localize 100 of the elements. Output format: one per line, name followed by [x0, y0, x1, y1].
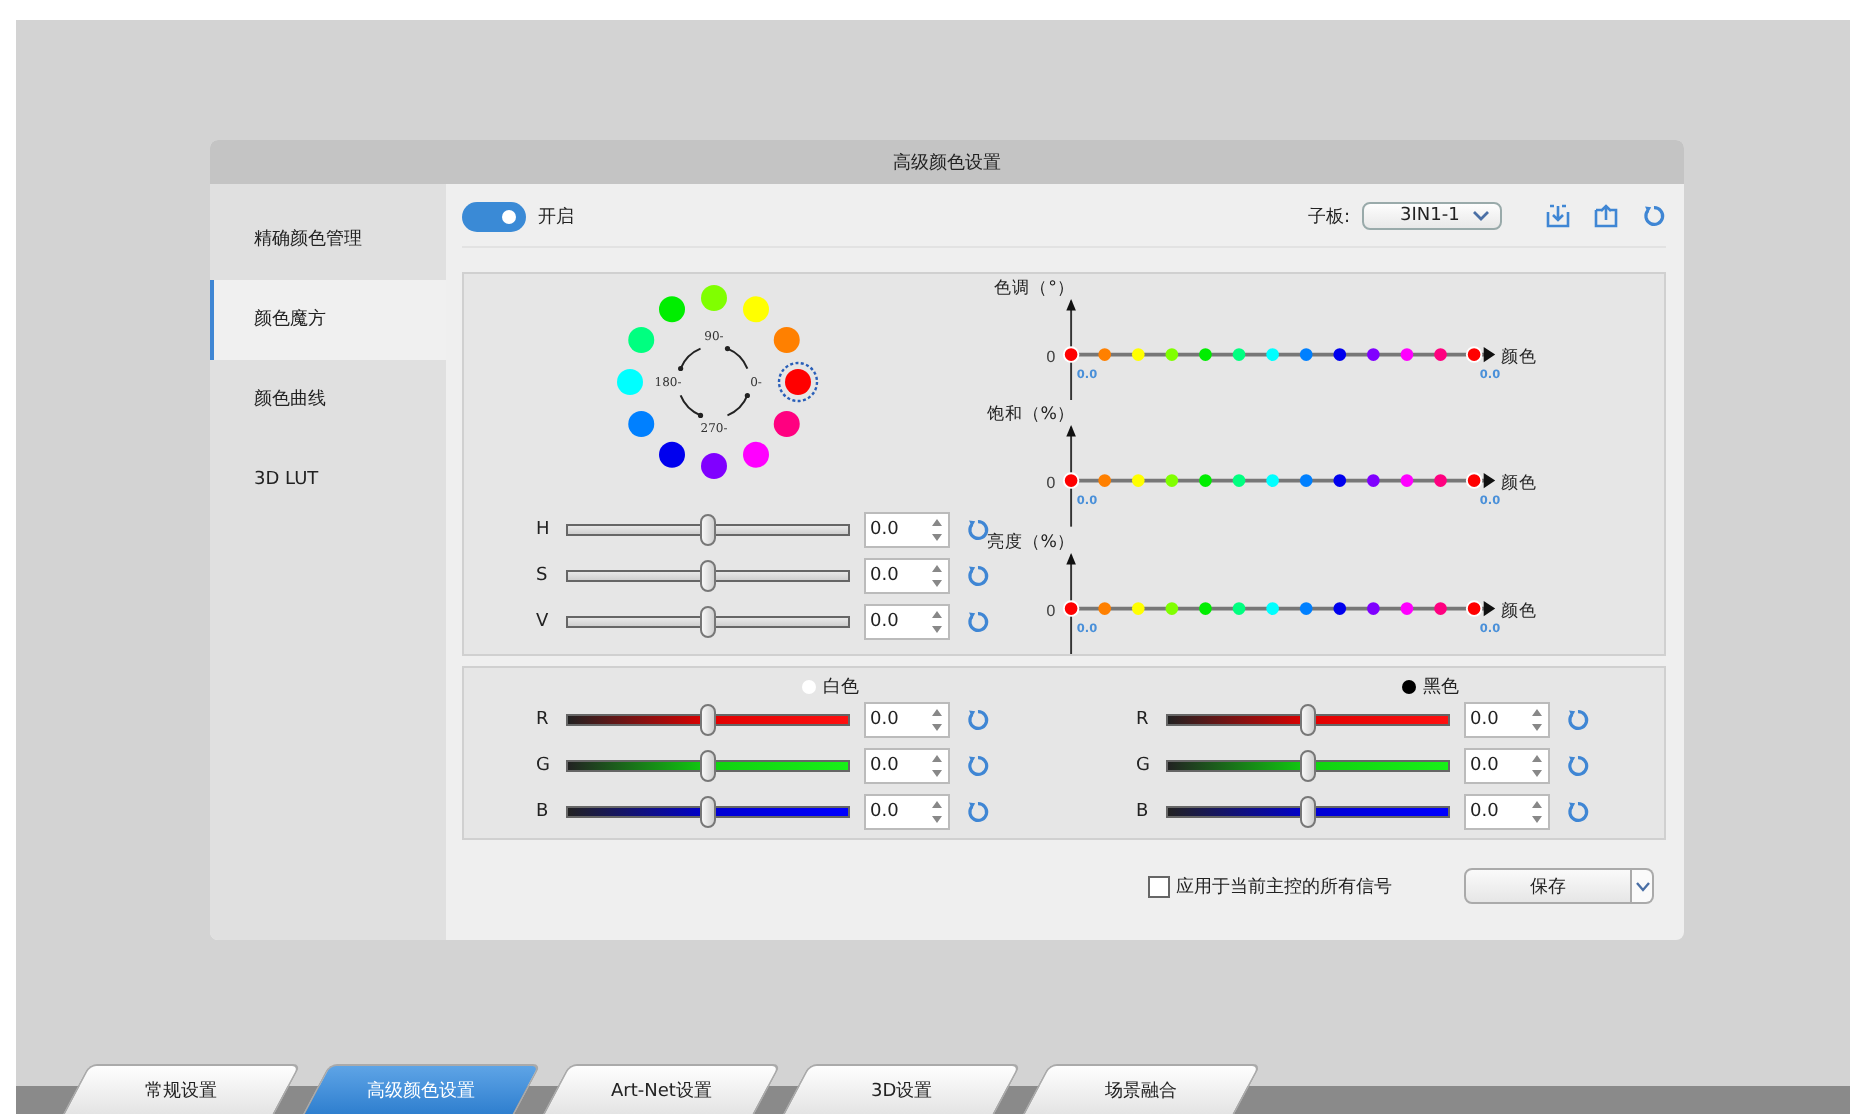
curve-point[interactable] [1400, 474, 1414, 488]
curve-point[interactable] [1465, 473, 1483, 490]
color-dot[interactable] [701, 453, 727, 479]
reset-icon[interactable] [1642, 204, 1666, 228]
curve-point[interactable] [1434, 348, 1447, 361]
curve-point[interactable] [1062, 473, 1080, 490]
spinner-icon[interactable] [930, 798, 944, 826]
curve-point[interactable] [1299, 474, 1313, 488]
number-field[interactable]: 0.0 [1464, 748, 1550, 784]
spinner-icon[interactable] [1530, 752, 1544, 780]
slider[interactable] [1166, 796, 1450, 828]
slider-thumb[interactable] [700, 514, 716, 546]
slider-thumb[interactable] [700, 704, 716, 736]
slider[interactable] [566, 606, 850, 638]
number-field[interactable]: 0.0 [864, 558, 950, 594]
curve-point[interactable] [1333, 474, 1347, 488]
checkbox-label: 应用于当前主控的所有信号 [1176, 875, 1392, 899]
curve-point[interactable] [1465, 346, 1483, 363]
curve-point[interactable] [1400, 348, 1414, 361]
number-field[interactable]: 0.0 [864, 512, 950, 548]
slider[interactable] [566, 560, 850, 592]
color-dot[interactable] [617, 369, 643, 395]
reset-icon[interactable] [966, 800, 990, 824]
reset-icon[interactable] [966, 708, 990, 732]
spinner-icon[interactable] [1530, 798, 1544, 826]
reset-icon[interactable] [1566, 754, 1590, 778]
reset-icon[interactable] [966, 754, 990, 778]
color-dot[interactable] [743, 296, 769, 323]
color-dot[interactable] [773, 411, 800, 437]
color-dot[interactable] [659, 441, 685, 468]
board-dropdown[interactable]: 3IN1-1 [1362, 202, 1502, 230]
color-dot[interactable] [659, 296, 685, 323]
slider[interactable] [566, 514, 850, 546]
curve-point[interactable] [1299, 601, 1313, 615]
number-field[interactable]: 0.0 [864, 748, 950, 784]
curve-point[interactable] [1434, 601, 1447, 615]
curve-point[interactable] [1367, 348, 1380, 361]
export-icon[interactable] [1594, 204, 1618, 228]
slider-thumb[interactable] [700, 606, 716, 638]
curve-point[interactable] [1333, 601, 1347, 615]
tab[interactable]: 常规设置 [62, 1064, 302, 1114]
color-dot [1401, 679, 1415, 693]
curve-point[interactable] [1367, 474, 1380, 488]
curve-point[interactable] [1299, 348, 1313, 361]
toggle-label: 开启 [538, 205, 574, 229]
tab[interactable]: 场景融合 [1022, 1064, 1262, 1114]
reset-icon[interactable] [966, 518, 990, 542]
tab[interactable]: 3D设置 [782, 1064, 1022, 1114]
import-icon[interactable] [1546, 204, 1570, 228]
checkbox[interactable] [1148, 875, 1170, 897]
spinner-icon[interactable] [930, 608, 944, 636]
spinner-icon[interactable] [1530, 706, 1544, 734]
sidebar-item[interactable]: 颜色魔方 [210, 280, 446, 360]
slider[interactable] [566, 704, 850, 736]
curve-point[interactable] [1465, 599, 1483, 617]
curve-point[interactable] [1434, 474, 1447, 488]
sidebar-item[interactable]: 精确颜色管理 [210, 200, 446, 280]
tab[interactable]: Art-Net设置 [542, 1064, 782, 1114]
number-field[interactable]: 0.0 [1464, 702, 1550, 738]
slider-thumb[interactable] [700, 796, 716, 828]
sidebar-item[interactable]: 颜色曲线 [210, 360, 446, 440]
color-dot[interactable] [628, 327, 655, 353]
slider[interactable] [566, 796, 850, 828]
spinner-icon[interactable] [930, 752, 944, 780]
curve-point[interactable] [1062, 346, 1080, 363]
reset-icon[interactable] [1566, 708, 1590, 732]
color-dot[interactable] [773, 327, 800, 353]
slider-thumb[interactable] [1300, 704, 1316, 736]
slider-thumb[interactable] [1300, 796, 1316, 828]
spinner-icon[interactable] [930, 706, 944, 734]
curve-point[interactable] [1333, 348, 1347, 361]
color-dot[interactable] [743, 441, 769, 468]
color-dot[interactable] [785, 369, 811, 395]
number-field[interactable]: 0.0 [864, 604, 950, 640]
spinner-icon[interactable] [930, 516, 944, 544]
slider-thumb[interactable] [1300, 750, 1316, 782]
number-field[interactable]: 0.0 [864, 702, 950, 738]
curve-point[interactable] [1400, 601, 1414, 615]
curve-point[interactable] [1062, 599, 1080, 617]
curve-point[interactable] [1367, 601, 1380, 615]
slider-thumb[interactable] [700, 750, 716, 782]
slider[interactable] [1166, 704, 1450, 736]
toggle-switch[interactable] [462, 201, 526, 231]
save-button[interactable]: 保存 [1464, 868, 1632, 904]
slider[interactable] [1166, 750, 1450, 782]
color-dot [801, 679, 815, 693]
reset-icon[interactable] [966, 610, 990, 634]
slider[interactable] [566, 750, 850, 782]
slider-label: G [536, 756, 552, 776]
number-field[interactable]: 0.0 [1464, 794, 1550, 830]
dropdown-button[interactable] [1632, 868, 1654, 904]
reset-icon[interactable] [1566, 800, 1590, 824]
sidebar-item[interactable]: 3D LUT [210, 440, 446, 520]
slider-label: S [536, 566, 550, 586]
reset-icon[interactable] [966, 564, 990, 588]
color-dot[interactable] [701, 285, 727, 311]
spinner-icon[interactable] [930, 562, 944, 590]
number-field[interactable]: 0.0 [864, 794, 950, 830]
slider-thumb[interactable] [700, 560, 716, 592]
color-dot[interactable] [628, 411, 655, 437]
